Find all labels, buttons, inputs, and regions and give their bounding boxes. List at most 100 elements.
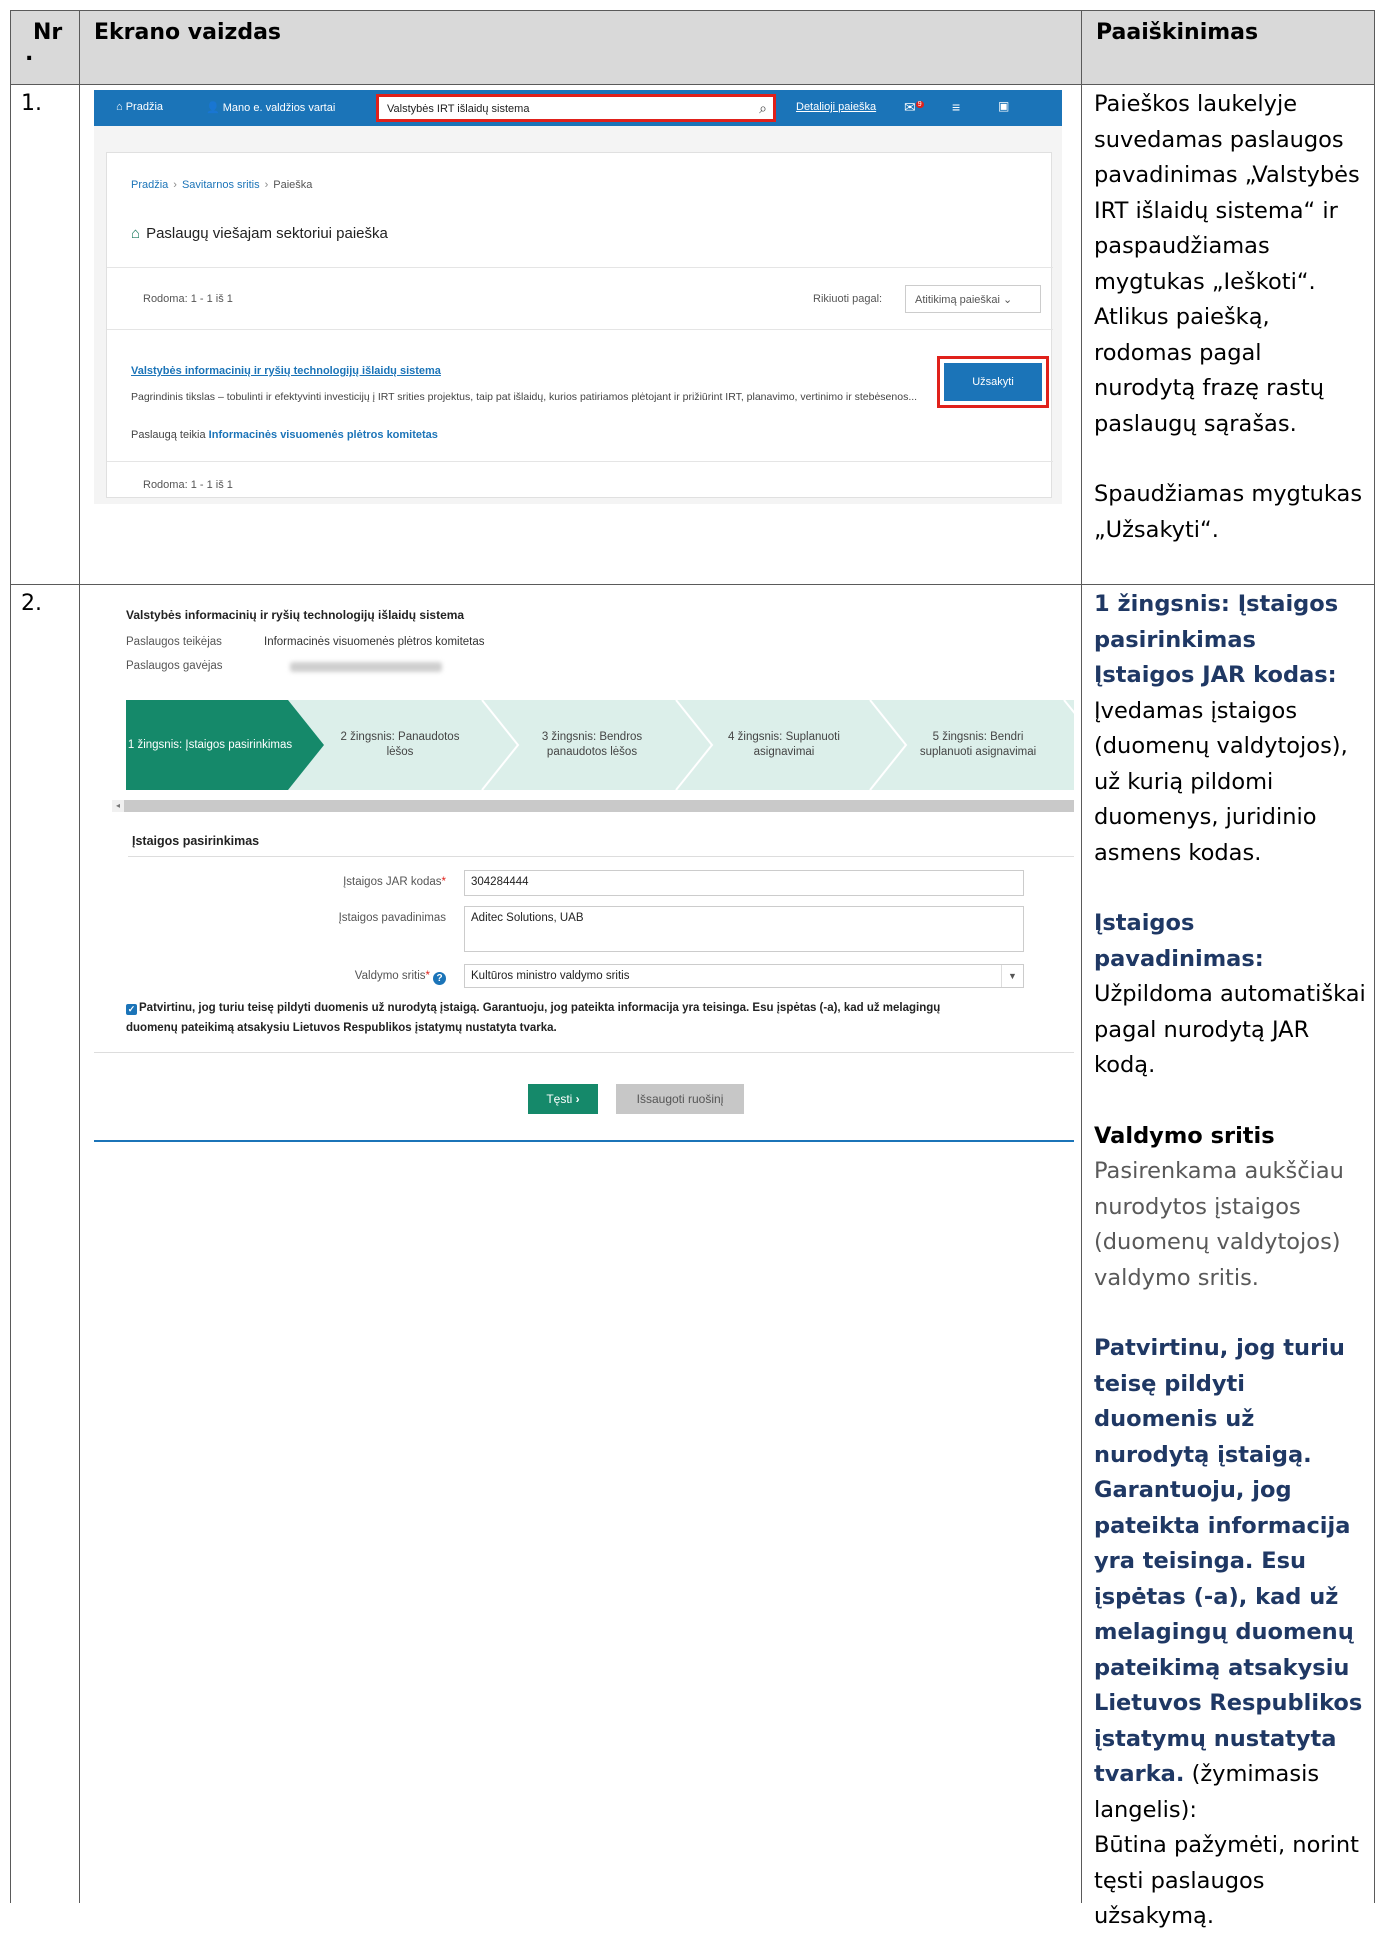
help-icon[interactable]: ? <box>433 972 446 985</box>
management-area-label: Valdymo sritis*? <box>186 970 446 985</box>
save-draft-button[interactable]: Išsaugoti ruošinį <box>616 1084 744 1114</box>
header-nr-dot: . <box>25 41 34 66</box>
search-results-card: Pradžia › Savitarnos sritis › Paieška ⌂ Pasla… <box>106 152 1053 498</box>
required-marker: * <box>425 970 430 982</box>
wizard-steps: 1 žingsnis: Įstaigos pasirinkimas 2 žing… <box>126 700 1074 790</box>
continue-button[interactable]: Tęsti › <box>528 1084 598 1114</box>
detailed-search-link[interactable]: Detalioji paieška <box>796 101 876 113</box>
page-title-text: Paslaugų viešajam sektoriui paieška <box>146 225 388 242</box>
provider-value: Informacinės visuomenės plėtros komiteta… <box>264 636 485 648</box>
row2-jar-title: Įstaigos JAR kodas: <box>1094 662 1337 688</box>
page-title: ⌂ Paslaugų viešajam sektoriui paieška <box>131 225 388 242</box>
step-separator <box>869 700 908 790</box>
row2-name-title: Įstaigos pavadinimas: <box>1094 910 1264 972</box>
confirm-text-2: duomenų pateikimą atsakysiu Lietuvos Res… <box>126 1022 557 1034</box>
step-separator <box>1063 700 1074 714</box>
row2-nr-cell: 2. <box>10 584 80 1903</box>
step-4[interactable]: 4 žingsnis: Suplanuoti asignavimai <box>714 700 854 790</box>
mail-icon[interactable]: ✉ 9 <box>904 99 924 116</box>
row2-area-text-dim: Pasirenkama aukščiau nurodytos įstaigos … <box>1094 1158 1344 1255</box>
row2-confirm-title: Patvirtinu, jog turiu teisę pildyti duom… <box>1094 1335 1363 1787</box>
divider <box>107 461 1053 462</box>
row1-expl-cell: Paieškos laukelyje suvedamas paslaugos p… <box>1081 84 1375 585</box>
institution-icon: ⌂ <box>131 225 141 242</box>
sort-label: Rikiuoti pagal: <box>813 293 883 305</box>
provider-label: Paslaugos teikėjas <box>126 636 222 648</box>
nav-home-link[interactable]: ⌂ Pradžia <box>116 101 163 113</box>
top-navbar: ⌂ Pradžia 👤 Mano e. valdžios vartai Vals… <box>94 90 1062 126</box>
divider <box>94 1052 1074 1053</box>
receiver-value-redacted <box>290 662 442 672</box>
confirm-text-1: Patvirtinu, jog turiu teisę pildyti duom… <box>139 1002 941 1014</box>
step-3[interactable]: 3 žingsnis: Bendros panaudotos lėšos <box>522 700 662 790</box>
row2-jar-text: Įvedamas įstaigos (duomenų valdytojos), … <box>1094 697 1348 866</box>
provider-name[interactable]: Informacinės visuomenės plėtros komiteta… <box>209 429 438 441</box>
confirm-checkbox-row[interactable]: ✓ Patvirtinu, jog turiu teisę pildyti duo… <box>126 998 1074 1038</box>
row2-area-text: valdymo sritis. <box>1094 1264 1259 1291</box>
menu-icon[interactable]: ≡ <box>952 99 960 115</box>
service-provider: Paslaugą teikia Informacinės visuomenės … <box>131 429 438 441</box>
row1-nr-cell: 1. <box>10 84 80 585</box>
order-button[interactable]: Užsakyti <box>944 363 1042 401</box>
document-page: Nr . Ekrano vaizdas Paaiškinimas 1. Paie… <box>0 0 1375 1929</box>
jar-code-value: 304284444 <box>471 876 529 888</box>
nav-home-label: Pradžia <box>125 101 164 113</box>
section-title: Įstaigos pasirinkimas <box>132 834 260 848</box>
header-explanation: Paaiškinimas <box>1096 20 1259 45</box>
breadcrumb-separator: › <box>173 179 177 191</box>
nav-portal-link[interactable]: 👤 Mano e. valdžios vartai <box>206 101 335 114</box>
form-screenshot: Valstybės informacinių ir ryšių technolo… <box>94 590 1074 1142</box>
management-area-select[interactable]: Kultūros ministro valdymo sritis ▼ <box>464 964 1024 988</box>
service-title: Valstybės informacinių ir ryšių technolo… <box>126 608 465 622</box>
step-separator <box>481 700 520 790</box>
header-nr: Nr <box>33 20 63 45</box>
search-input[interactable]: Valstybės IRT išlaidų sistema ⌕ <box>376 94 776 122</box>
row1-expl-p2: Spaudžiamas mygtukas „Užsakyti“. <box>1094 481 1363 543</box>
step-1[interactable]: 1 žingsnis: Įstaigos pasirinkimas <box>126 700 294 790</box>
sort-select-value: Atitikimą paieškai <box>915 294 1000 306</box>
search-icon[interactable]: ⌕ <box>759 100 767 117</box>
breadcrumb: Pradžia › Savitarnos sritis › Paieška <box>131 179 312 191</box>
breadcrumb-current: Paieška <box>273 179 313 191</box>
divider <box>107 267 1053 268</box>
chevron-right-icon: › <box>575 1092 580 1106</box>
user-icon: 👤 <box>206 102 220 114</box>
row2-expl-cell: 1 žingsnis: Įstaigos pasirinkimas Įstaig… <box>1081 584 1375 1929</box>
horizontal-scrollbar[interactable]: ◂ <box>112 800 1074 812</box>
breadcrumb-separator: › <box>264 179 269 191</box>
breadcrumb-selfservice[interactable]: Savitarnos sritis <box>182 179 260 191</box>
institution-name-value: Aditec Solutions, UAB <box>471 912 584 924</box>
step-2[interactable]: 2 žingsnis: Panaudotos lėšos <box>330 700 470 790</box>
row2-nr: 2. <box>21 591 42 616</box>
nav-portal-label: Mano e. valdžios vartai <box>222 102 336 114</box>
provider-prefix: Paslaugą teikia <box>131 429 206 441</box>
header-screen: Ekrano vaizdas <box>94 20 282 45</box>
step-5[interactable]: 5 žingsnis: Bendri suplanuoti asignavima… <box>908 700 1048 790</box>
row2-confirm: Patvirtinu, jog turiu teisę pildyti duom… <box>1094 1331 1368 1828</box>
header-nr-cell: Nr . <box>10 10 80 85</box>
row2-confirm-text: Būtina pažymėti, norint tęsti paslaugos … <box>1094 1832 1359 1929</box>
step-separator <box>675 700 714 790</box>
jar-code-label: Įstaigos JAR kodas* <box>186 876 446 888</box>
institution-name-field[interactable]: Aditec Solutions, UAB <box>464 906 1024 952</box>
row2-explanation: 1 žingsnis: Įstaigos pasirinkimas Įstaig… <box>1082 585 1374 1935</box>
management-area-label-text: Valdymo sritis <box>354 970 426 982</box>
divider <box>128 856 1074 857</box>
chevron-down-icon[interactable]: ▼ <box>1001 965 1023 987</box>
mail-badge: 9 <box>915 101 924 109</box>
header-screen-cell: Ekrano vaizdas <box>79 10 1082 85</box>
institution-name-label: Įstaigos pavadinimas <box>338 912 446 924</box>
row2-name-text: Užpildoma automatiškai pagal nurodytą JA… <box>1094 981 1366 1078</box>
row1-explanation: Paieškos laukelyje suvedamas paslaugos p… <box>1082 85 1374 548</box>
row2-step-title: 1 žingsnis: Įstaigos pasirinkimas <box>1094 591 1339 653</box>
breadcrumb-home[interactable]: Pradžia <box>131 179 168 191</box>
scroll-left-icon[interactable]: ◂ <box>112 800 124 812</box>
sort-select[interactable]: Atitikimą paieškai ⌄ <box>905 285 1041 313</box>
service-link[interactable]: Valstybės informacinių ir ryšių technolo… <box>131 365 441 377</box>
service-description: Pagrindinis tikslas – tobulinti ir efekt… <box>131 391 918 403</box>
jar-code-input[interactable]: 304284444 <box>464 870 1024 896</box>
home-icon: ⌂ <box>116 101 123 113</box>
checkbox-checked-icon[interactable]: ✓ <box>126 1004 137 1015</box>
profile-icon[interactable]: ▣ <box>998 99 1009 113</box>
chevron-down-icon: ⌄ <box>1003 294 1013 306</box>
